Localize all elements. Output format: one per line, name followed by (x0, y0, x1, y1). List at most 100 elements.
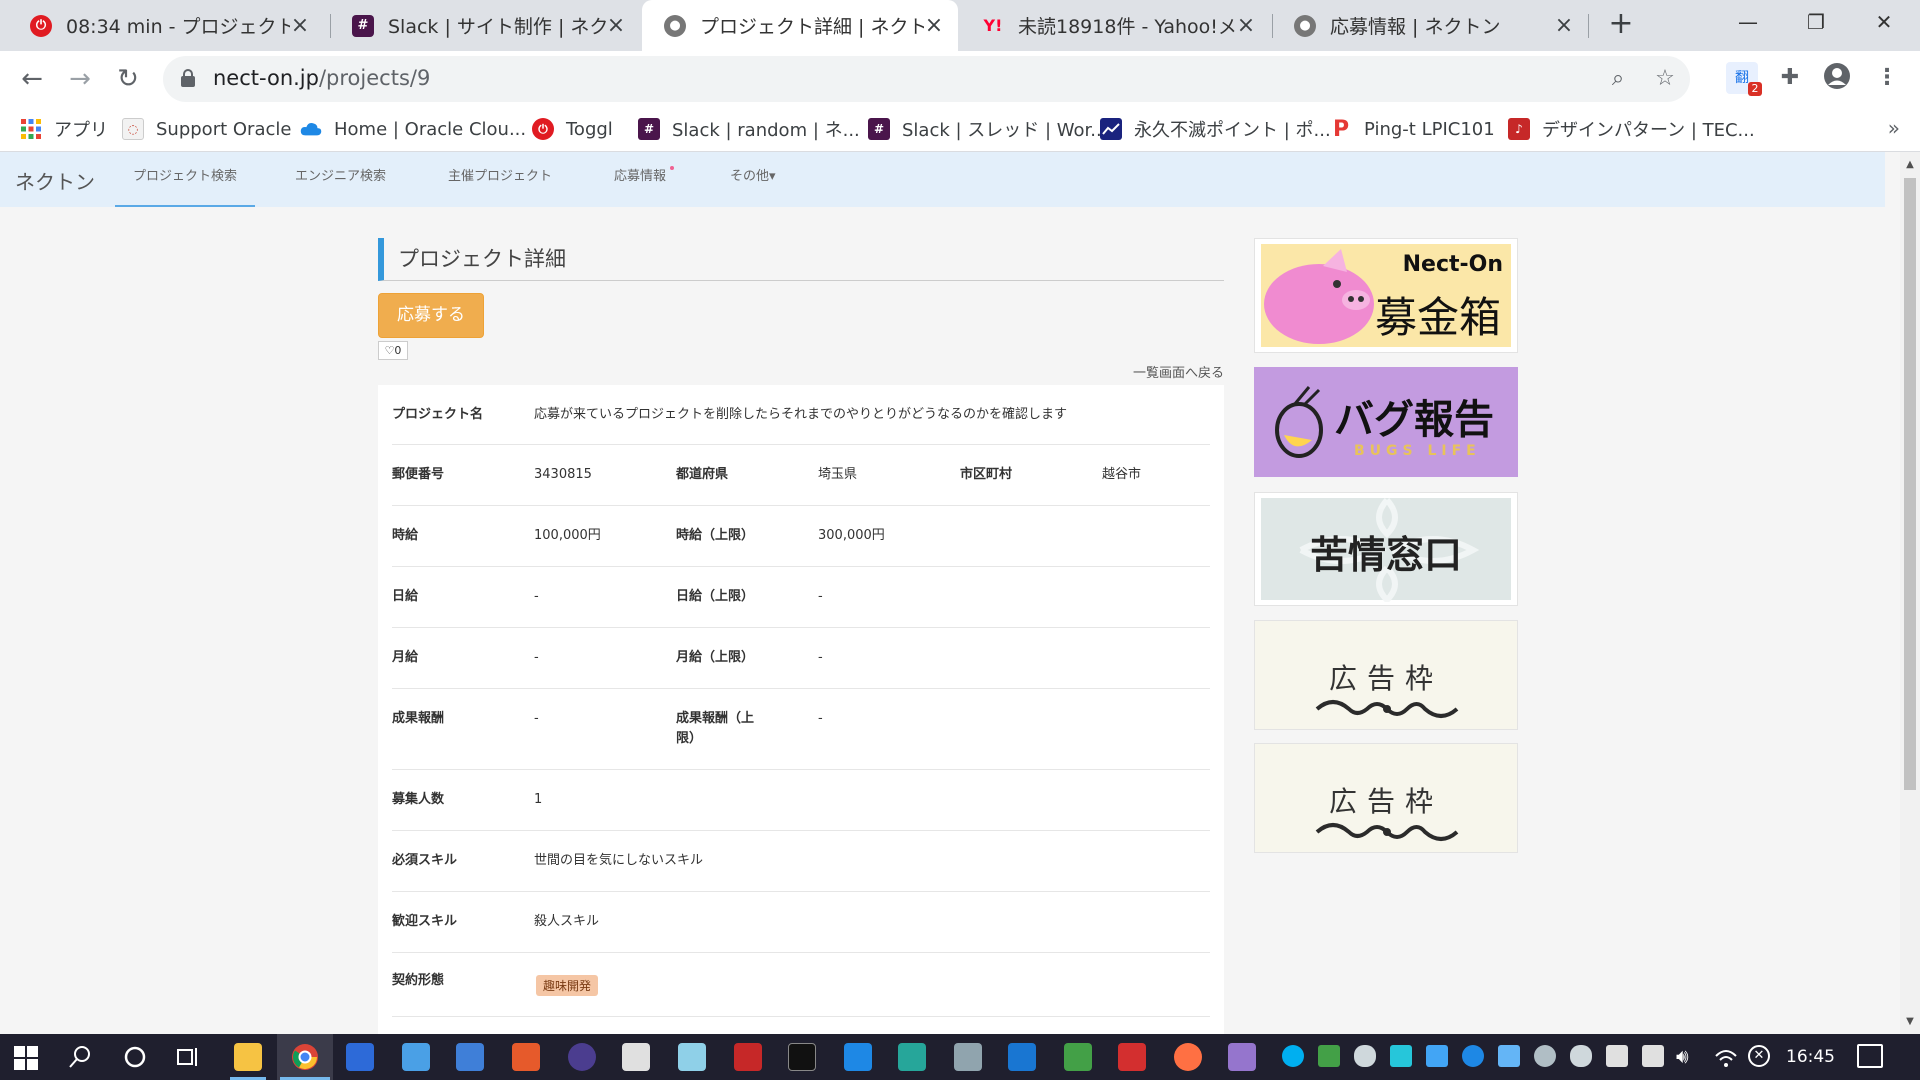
complaint-banner[interactable]: 苦情窓口 (1254, 492, 1518, 606)
nectn-icon: ● (664, 14, 686, 37)
bookmark-slack-random[interactable]: # Slack | random | ネ... (638, 114, 860, 144)
field-label: 成果報酬 (392, 711, 445, 726)
postal-code-value: 3430815 (534, 467, 592, 482)
menu-kebab-icon[interactable]: ⋮ (1871, 62, 1903, 94)
nav-hosted-projects[interactable]: 主催プロジェクト (434, 152, 566, 207)
bookmark-eternal-points[interactable]: 永久不滅ポイント | ポ... (1100, 114, 1331, 144)
address-bar[interactable]: nect-on.jp/projects/9 ⌕ ☆ (163, 56, 1690, 102)
acrobat-icon[interactable] (1118, 1043, 1146, 1071)
bookmark-slack-thread[interactable]: # Slack | スレッド | Wor... (868, 114, 1107, 144)
bookmark-techscore[interactable]: ♪ デザインパターン | TEC... (1508, 114, 1755, 144)
more-bookmarks-icon[interactable]: » (1888, 116, 1900, 140)
close-icon[interactable]: × (924, 13, 944, 38)
bookmark-apps[interactable]: アプリ (20, 114, 108, 144)
security-shield-icon[interactable] (1318, 1045, 1340, 1067)
restore-icon[interactable]: ❐ (1786, 0, 1846, 44)
apply-button[interactable]: 応募する (378, 293, 484, 338)
app-icon[interactable] (954, 1043, 982, 1071)
close-icon[interactable]: × (606, 13, 626, 38)
network-tray-icon[interactable] (1606, 1045, 1628, 1067)
cloud-tray-icon[interactable] (1570, 1045, 1592, 1067)
reload-icon[interactable]: ↻ (108, 59, 148, 99)
like-button[interactable]: ♡0 (378, 341, 408, 360)
bookmark-oracle-cloud[interactable]: Home | Oracle Clou... (300, 114, 526, 144)
app-tray-icon[interactable] (1390, 1045, 1412, 1067)
close-icon[interactable]: × (290, 13, 310, 38)
site-navbar: ネクトン プロジェクト検索 エンジニア検索 主催プロジェクト 応募情報 その他▾ (0, 152, 1885, 207)
page-scrollbar[interactable]: ▲ ▼ (1900, 152, 1920, 1034)
nav-project-search[interactable]: プロジェクト検索 (115, 152, 255, 207)
browser-tab-project-detail[interactable]: ● プロジェクト詳細 | ネクトン × (642, 0, 958, 51)
bookmark-support-oracle[interactable]: ◌ Support Oracle (122, 114, 291, 144)
app-tray-icon[interactable] (1498, 1045, 1520, 1067)
skype-icon[interactable] (1282, 1045, 1304, 1067)
browser-tab-slack[interactable]: # Slack | サイト制作 | ネクトン開発 × (330, 0, 640, 51)
donation-banner[interactable]: Nect-On 募金箱 (1254, 238, 1518, 353)
zoom-icon[interactable]: ⌕ (1603, 64, 1633, 94)
search-icon[interactable] (68, 1045, 92, 1069)
volume-icon[interactable]: 🔊︎ (1676, 1044, 1689, 1068)
app-icon[interactable] (1228, 1043, 1256, 1071)
nav-other-dropdown[interactable]: その他▾ (716, 152, 790, 207)
notification-dot (670, 166, 675, 170)
scrollbar-thumb[interactable] (1904, 178, 1916, 790)
window-close-icon[interactable]: ✕ (1854, 0, 1914, 44)
outlook-icon[interactable] (1008, 1043, 1036, 1071)
back-arrow-icon[interactable]: ← (12, 59, 52, 99)
forward-arrow-icon[interactable]: → (60, 59, 100, 99)
action-center-icon[interactable] (1857, 1044, 1883, 1068)
chrome-icon[interactable] (291, 1043, 319, 1071)
close-icon[interactable]: × (1236, 13, 1256, 38)
browser-tab-yahoo-mail[interactable]: Y! 未読18918件 - Yahoo!メール × (960, 0, 1270, 51)
terminal-icon[interactable] (788, 1043, 816, 1071)
nav-engineer-search[interactable]: エンジニア検索 (281, 152, 400, 207)
minimize-icon[interactable]: — (1718, 0, 1778, 44)
table-row: 日給 - 日給（上限） - (392, 567, 1210, 628)
piggy-bank-icon (1264, 249, 1374, 344)
extensions-puzzle-icon[interactable]: ✚ (1774, 62, 1806, 94)
wifi-icon[interactable] (1714, 1046, 1738, 1068)
star-bookmark-icon[interactable]: ☆ (1650, 64, 1680, 94)
ad-slot-2[interactable]: 広告枠 (1254, 743, 1518, 853)
translate-extension-icon[interactable]: 翻2 (1726, 62, 1762, 96)
scroll-down-icon[interactable]: ▼ (1900, 1012, 1920, 1032)
close-icon[interactable]: × (1554, 13, 1574, 38)
url-text[interactable]: nect-on.jp/projects/9 (213, 66, 430, 90)
app-icon[interactable] (734, 1043, 762, 1071)
scroll-up-icon[interactable]: ▲ (1900, 155, 1920, 175)
nav-label: エンジニア検索 (295, 169, 387, 184)
task-view-icon[interactable] (176, 1046, 200, 1068)
site-brand[interactable]: ネクトン (15, 166, 95, 195)
profile-avatar-icon[interactable] (1821, 62, 1853, 94)
firefox-icon[interactable] (1174, 1043, 1202, 1071)
file-explorer-icon[interactable] (234, 1043, 262, 1071)
browser-tab-toggl[interactable]: ⏻ 08:34 min - プロジェクト検索 | ネクトン × (8, 0, 324, 51)
ad-slot-1[interactable]: 広告枠 (1254, 620, 1518, 730)
new-tab-plus-icon[interactable]: + (1603, 6, 1639, 42)
back-to-list-link[interactable]: 一覧画面へ戻る (1133, 362, 1224, 381)
app-tray-icon[interactable] (1534, 1045, 1556, 1067)
app-icon[interactable] (622, 1043, 650, 1071)
app-icon[interactable] (678, 1043, 706, 1071)
no-connection-icon[interactable]: ✕ (1748, 1045, 1770, 1067)
mail-app-icon[interactable] (402, 1043, 430, 1071)
app-icon[interactable] (844, 1043, 872, 1071)
cortana-icon[interactable] (124, 1046, 146, 1068)
app-icon[interactable] (512, 1043, 540, 1071)
browser-tab-applications[interactable]: ● 応募情報 | ネクトン × (1272, 0, 1588, 51)
remote-desktop-icon[interactable] (456, 1043, 484, 1071)
windows-start-icon[interactable] (14, 1046, 38, 1070)
eclipse-icon[interactable] (568, 1043, 596, 1071)
bookmark-toggl[interactable]: ⏻ Toggl (532, 114, 613, 144)
store-icon[interactable] (346, 1043, 374, 1071)
bookmark-ping-t[interactable]: P Ping-t LPIC101 (1330, 114, 1495, 144)
app-icon[interactable] (1064, 1043, 1092, 1071)
battery-icon[interactable] (1642, 1045, 1664, 1067)
bluetooth-icon[interactable] (1462, 1045, 1484, 1067)
taskbar-clock[interactable]: 16:45 (1786, 1047, 1835, 1067)
onedrive-icon[interactable] (1354, 1045, 1376, 1067)
nav-applications[interactable]: 応募情報 (600, 152, 680, 207)
app-icon[interactable] (898, 1043, 926, 1071)
bug-report-banner[interactable]: バグ報告 BUGS LIFE (1254, 367, 1518, 477)
app-tray-icon[interactable] (1426, 1045, 1448, 1067)
